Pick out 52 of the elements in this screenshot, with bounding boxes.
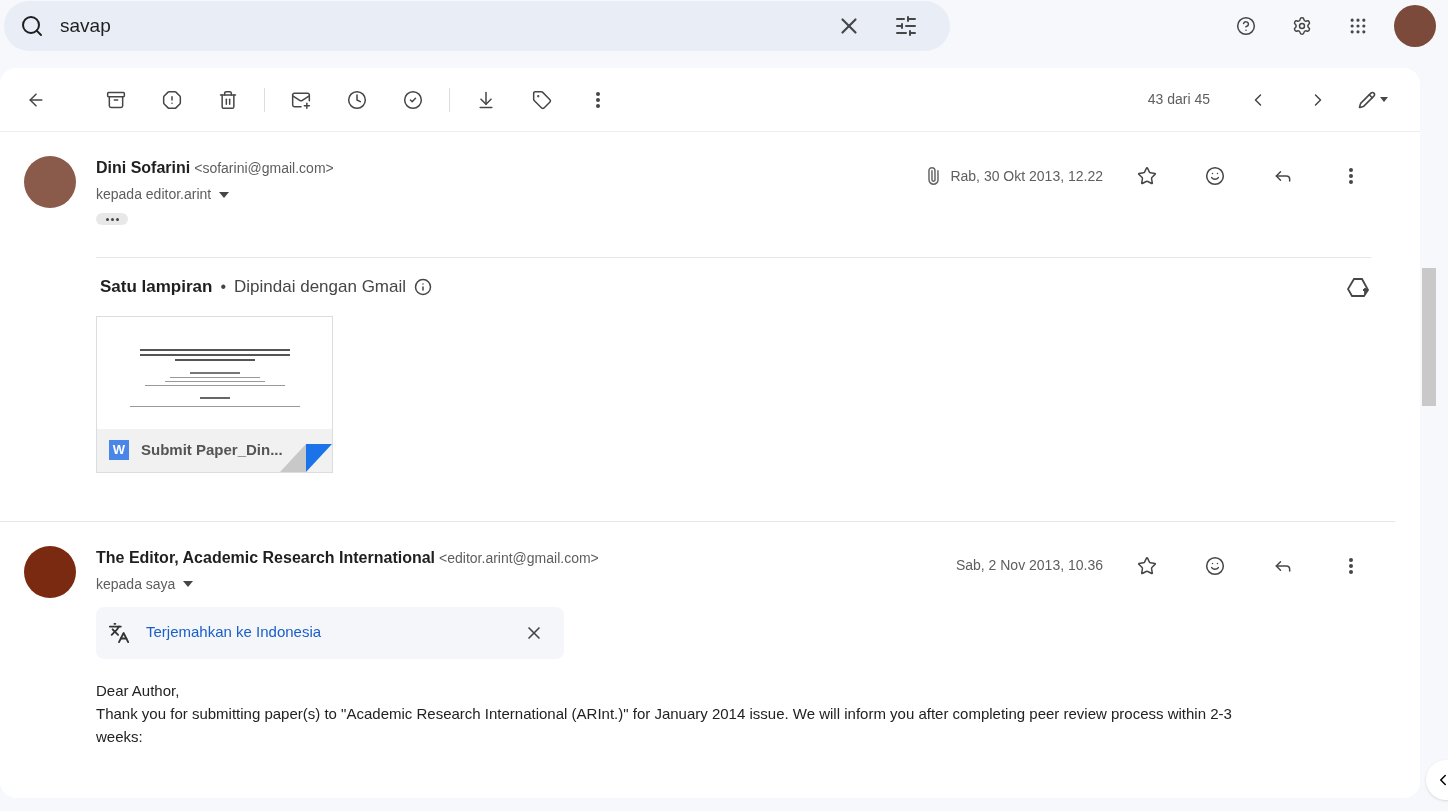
scan-note: Dipindai dengan Gmail [234, 276, 407, 298]
message-paragraph: Thank you for submitting paper(s) to "Academic Research International (ARInt.)" for January 2014 issue. We will inform you after completing peer review process within 2-3 weeks: [96, 703, 1233, 747]
message-paragraph: Dear Author, [96, 680, 181, 701]
archive-icon [106, 89, 126, 110]
recipient-label: kepada saya [96, 574, 176, 594]
emoji-icon [1205, 166, 1225, 186]
show-trimmed-button[interactable] [96, 213, 128, 225]
attachments-title: Satu lampiran [100, 276, 213, 298]
recipient-label: kepada editor.arint [96, 185, 212, 204]
sender-email: <editor.arint@gmail.com> [439, 548, 599, 568]
more-icon [596, 91, 600, 108]
help-icon [1236, 16, 1256, 36]
search-options-icon[interactable] [894, 14, 918, 38]
input-tools-button[interactable] [1358, 90, 1388, 109]
settings-icon [1292, 16, 1312, 36]
caret-icon [1380, 97, 1388, 102]
separator-dot: • [220, 276, 227, 297]
more-icon [1349, 557, 1353, 574]
message-date: Sab, 2 Nov 2013, 10.36 [955, 556, 1103, 575]
emoji-icon [1205, 555, 1225, 576]
page-corner-icon [280, 443, 332, 472]
translate-link[interactable]: Terjemahkan ke Indonesia [146, 621, 322, 644]
add-task-icon [403, 89, 423, 110]
apps-icon [1348, 16, 1368, 36]
scrollbar-thumb[interactable] [1422, 268, 1436, 406]
sender-name: Dini Sofarini [96, 158, 191, 178]
more-icon [1349, 168, 1353, 184]
account-avatar[interactable] [1394, 5, 1436, 47]
delete-icon [218, 89, 238, 110]
pencil-icon [1358, 90, 1376, 109]
search-icon[interactable] [20, 14, 44, 38]
attachment-card[interactable]: W Submit Paper_Din... [96, 315, 333, 473]
search-field[interactable]: savap [4, 1, 950, 51]
report-spam-icon [162, 89, 182, 110]
move-to-icon [476, 89, 496, 110]
star-icon [1137, 555, 1157, 576]
message-counter: 43 dari 45 [1147, 90, 1210, 109]
snooze-icon [347, 89, 367, 110]
label-icon [532, 89, 552, 110]
avatar [24, 156, 76, 208]
sender-name: The Editor, Academic Research International [96, 547, 436, 568]
star-icon [1137, 166, 1157, 186]
search-value: savap [60, 13, 111, 38]
translate-icon [108, 621, 130, 644]
sender-email: <sofarini@gmail.com> [194, 159, 334, 178]
attachment-filename: Submit Paper_Din... [141, 439, 283, 460]
info-icon[interactable] [414, 277, 433, 296]
caret-icon[interactable] [219, 191, 230, 198]
avatar [24, 545, 76, 598]
word-file-icon: W [109, 440, 129, 460]
caret-icon[interactable] [183, 581, 194, 587]
message-date: Rab, 30 Okt 2013, 12.22 [950, 166, 1103, 186]
